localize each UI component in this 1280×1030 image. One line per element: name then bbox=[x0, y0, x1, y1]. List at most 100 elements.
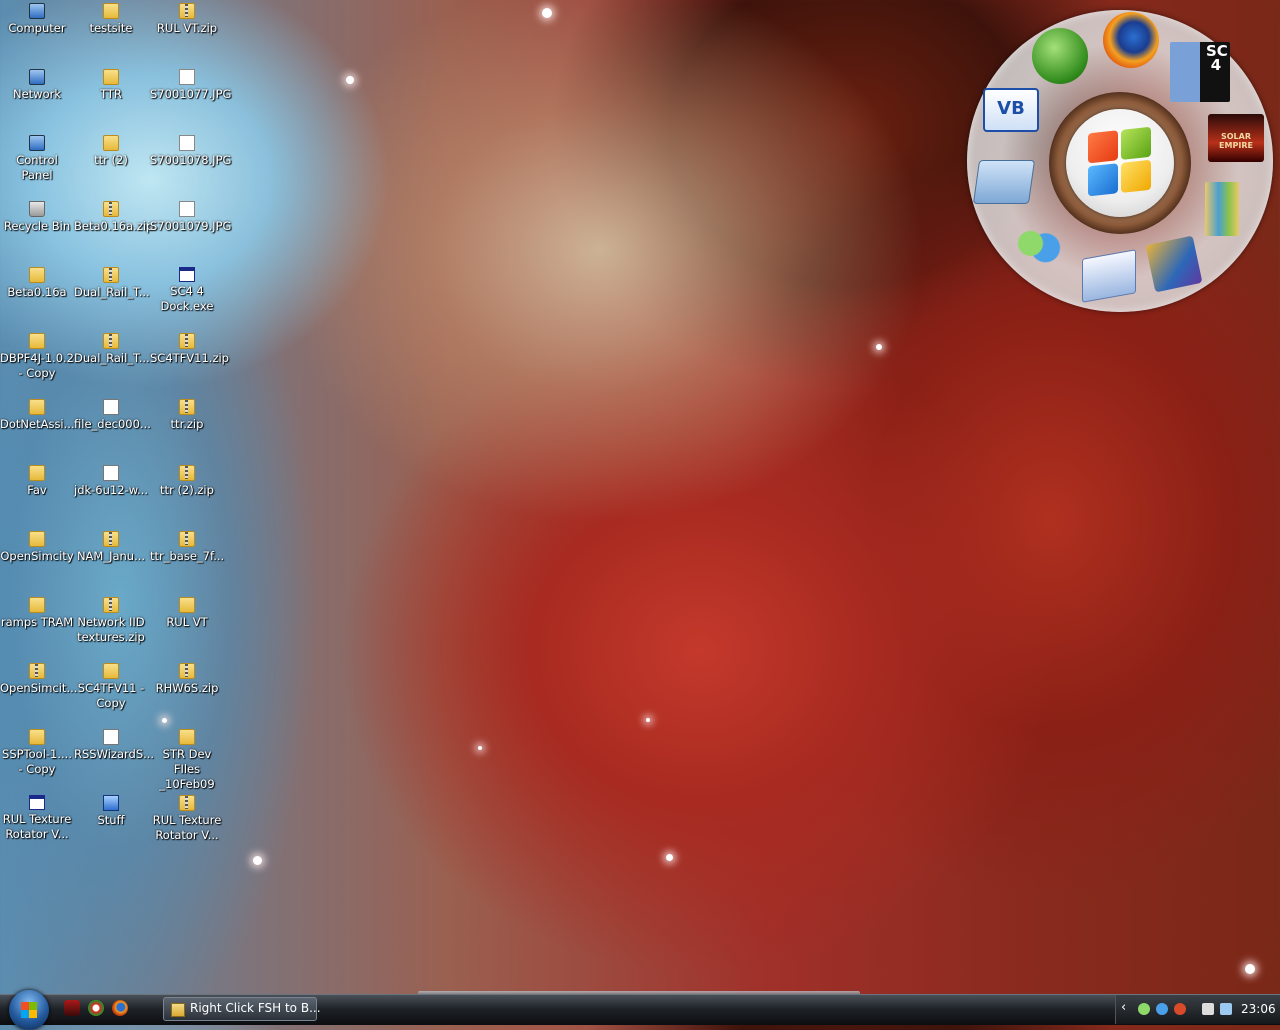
desktop-icon[interactable]: RUL Texture Rotator V... bbox=[0, 793, 74, 842]
firefox-icon[interactable] bbox=[1103, 12, 1159, 68]
desktop-icon[interactable]: jdk-6u12-w... bbox=[74, 463, 148, 498]
windows-start-icon[interactable] bbox=[1032, 28, 1088, 84]
start-button[interactable] bbox=[9, 990, 49, 1030]
exe-icon bbox=[29, 795, 45, 810]
desktop-icon[interactable]: Control Panel bbox=[0, 133, 74, 183]
desktop-icon[interactable]: SC4 4 Dock.exe bbox=[150, 265, 224, 314]
desktop-icon[interactable]: TTR bbox=[74, 67, 148, 102]
desktop-icon[interactable]: Network bbox=[0, 67, 74, 102]
desktop-icon[interactable]: RHW6S.zip bbox=[150, 661, 224, 696]
folder-icon bbox=[29, 729, 45, 745]
desktop-icon-label: RUL VT.zip bbox=[156, 21, 218, 35]
taskbar-window-button[interactable]: Right Click FSH to B... bbox=[163, 997, 321, 1021]
quicklaunch-app-icon[interactable] bbox=[64, 1000, 80, 1016]
books-icon[interactable] bbox=[1205, 182, 1239, 236]
desktop-icon[interactable]: S7001077.JPG bbox=[150, 67, 231, 102]
desktop-icon-label: ttr (2).zip bbox=[160, 483, 214, 497]
desktop-icon[interactable]: SC4TFV11.zip bbox=[150, 331, 229, 366]
desktop-icon[interactable]: DBPF4J-1.0.2 - Copy bbox=[0, 331, 74, 381]
desktop-icon[interactable]: NAM_Janu... bbox=[74, 529, 148, 564]
desktop-icon[interactable]: Stuff bbox=[74, 793, 148, 828]
zip-icon bbox=[103, 267, 119, 283]
desktop-icon[interactable]: Beta0.16a bbox=[0, 265, 74, 300]
desktop-icon[interactable]: Computer bbox=[0, 1, 74, 36]
desktop-icon[interactable]: OpenSimcit... bbox=[0, 661, 77, 696]
chrome-icon[interactable] bbox=[88, 1000, 104, 1016]
desktop-icon-label: DotNetAssi... bbox=[0, 417, 75, 431]
nebula-star bbox=[876, 344, 882, 350]
folder-icon bbox=[171, 1003, 185, 1017]
desktop-icon[interactable]: OpenSimcity bbox=[0, 529, 74, 564]
messenger-tray-icon[interactable] bbox=[1156, 1003, 1168, 1015]
zip-icon bbox=[103, 201, 119, 217]
nebula-star bbox=[346, 76, 354, 84]
desktop-icon[interactable]: STR Dev FIles _10Feb09 bbox=[150, 727, 224, 792]
desktop-icon[interactable]: ramps TRAM bbox=[0, 595, 74, 630]
desktop-icon[interactable]: RUL Texture Rotator V... bbox=[150, 793, 224, 843]
desktop-icon-label: ttr.zip bbox=[170, 417, 204, 431]
zip-icon bbox=[29, 663, 45, 679]
power-icon[interactable] bbox=[1220, 1003, 1232, 1015]
zip-icon bbox=[179, 3, 195, 19]
clock[interactable]: 23:06 bbox=[1241, 1002, 1276, 1016]
desktop-icon-label: Network IID textures.zip bbox=[77, 615, 145, 644]
network-status-icon[interactable] bbox=[1138, 1003, 1150, 1015]
desktop-icon[interactable]: SSPTool-1.... - Copy bbox=[0, 727, 74, 777]
visual-basic-icon[interactable]: VB bbox=[983, 88, 1039, 132]
firefox-quicklaunch-icon[interactable] bbox=[112, 1000, 128, 1016]
system-tray: ‹ 23:06 bbox=[1115, 995, 1280, 1024]
taskbar-window-title: Right Click FSH to B... bbox=[190, 1001, 321, 1015]
desktop-icon[interactable]: S7001078.JPG bbox=[150, 133, 231, 168]
desktop-icon[interactable]: Dual_Rail_T... bbox=[74, 331, 150, 366]
nebula-star bbox=[162, 718, 167, 723]
desktop-icon[interactable]: Dual_Rail_T... bbox=[74, 265, 150, 300]
desktop-icon-label: Control Panel bbox=[16, 153, 58, 182]
nebula-star bbox=[253, 856, 262, 865]
desktop-icon[interactable]: Beta0.16a.zip bbox=[74, 199, 154, 234]
folder-icon bbox=[29, 597, 45, 613]
desktop-icon[interactable]: DotNetAssi... bbox=[0, 397, 75, 432]
zip-icon bbox=[179, 465, 195, 481]
nebula-star bbox=[542, 8, 552, 18]
volume-icon[interactable] bbox=[1202, 1003, 1214, 1015]
desktop-icon[interactable]: Recycle Bin bbox=[0, 199, 74, 234]
solar-empire-icon[interactable]: SOLAR EMPIRE bbox=[1208, 114, 1264, 162]
nebula-star bbox=[646, 718, 650, 722]
stuff-icon bbox=[103, 795, 119, 811]
sys-icon bbox=[29, 3, 45, 19]
desktop-icon-label: SC4TFV11.zip bbox=[150, 351, 229, 365]
desktop-icon[interactable]: ttr (2).zip bbox=[150, 463, 224, 498]
desktop-icon-label: Beta0.16a bbox=[7, 285, 67, 299]
doc-icon bbox=[103, 399, 119, 415]
desktop-icon-label: STR Dev FIles _10Feb09 bbox=[159, 747, 215, 791]
desktop-icon[interactable]: RUL VT bbox=[150, 595, 224, 630]
desktop-icon[interactable]: testsite bbox=[74, 1, 148, 36]
solar-empire-text: SOLAR EMPIRE bbox=[1219, 132, 1253, 150]
antivirus-tray-icon[interactable] bbox=[1174, 1003, 1186, 1015]
nebula-star bbox=[478, 746, 482, 750]
desktop-icon-label: ttr (2) bbox=[94, 153, 128, 167]
folder-icon bbox=[103, 69, 119, 85]
zip-icon bbox=[103, 333, 119, 349]
simcity4-icon[interactable]: SC 4 bbox=[1170, 42, 1230, 102]
desktop-icon[interactable]: S7001079.JPG bbox=[150, 199, 232, 234]
jpg-icon bbox=[179, 201, 195, 217]
desktop-icon[interactable]: SC4TFV11 - Copy bbox=[74, 661, 148, 711]
desktop-icon[interactable]: ttr.zip bbox=[150, 397, 224, 432]
desktop-icon[interactable]: ttr_base_7f... bbox=[150, 529, 224, 564]
desktop-icon[interactable]: Network IID textures.zip bbox=[74, 595, 148, 645]
desktop-icon-label: RUL Texture Rotator V... bbox=[2, 812, 72, 841]
movie-maker-icon[interactable] bbox=[1145, 235, 1203, 293]
folder-icon[interactable] bbox=[972, 160, 1036, 204]
tray-expand-chevron-icon[interactable]: ‹ bbox=[1121, 1000, 1126, 1015]
desktop-icon-label: Beta0.16a.zip bbox=[74, 219, 154, 233]
nebula-star bbox=[666, 854, 673, 861]
desktop-icon[interactable]: ttr (2) bbox=[74, 133, 148, 168]
desktop-icon[interactable]: RSSWizardS... bbox=[74, 727, 154, 762]
desktop-icon-label: S7001079.JPG bbox=[150, 219, 232, 233]
desktop-icon[interactable]: Fav bbox=[0, 463, 74, 498]
windows-logo-icon bbox=[1088, 126, 1152, 198]
desktop-icon[interactable]: RUL VT.zip bbox=[150, 1, 224, 36]
desktop-icon[interactable]: file_dec000... bbox=[74, 397, 151, 432]
messenger-icon[interactable] bbox=[1013, 228, 1063, 272]
